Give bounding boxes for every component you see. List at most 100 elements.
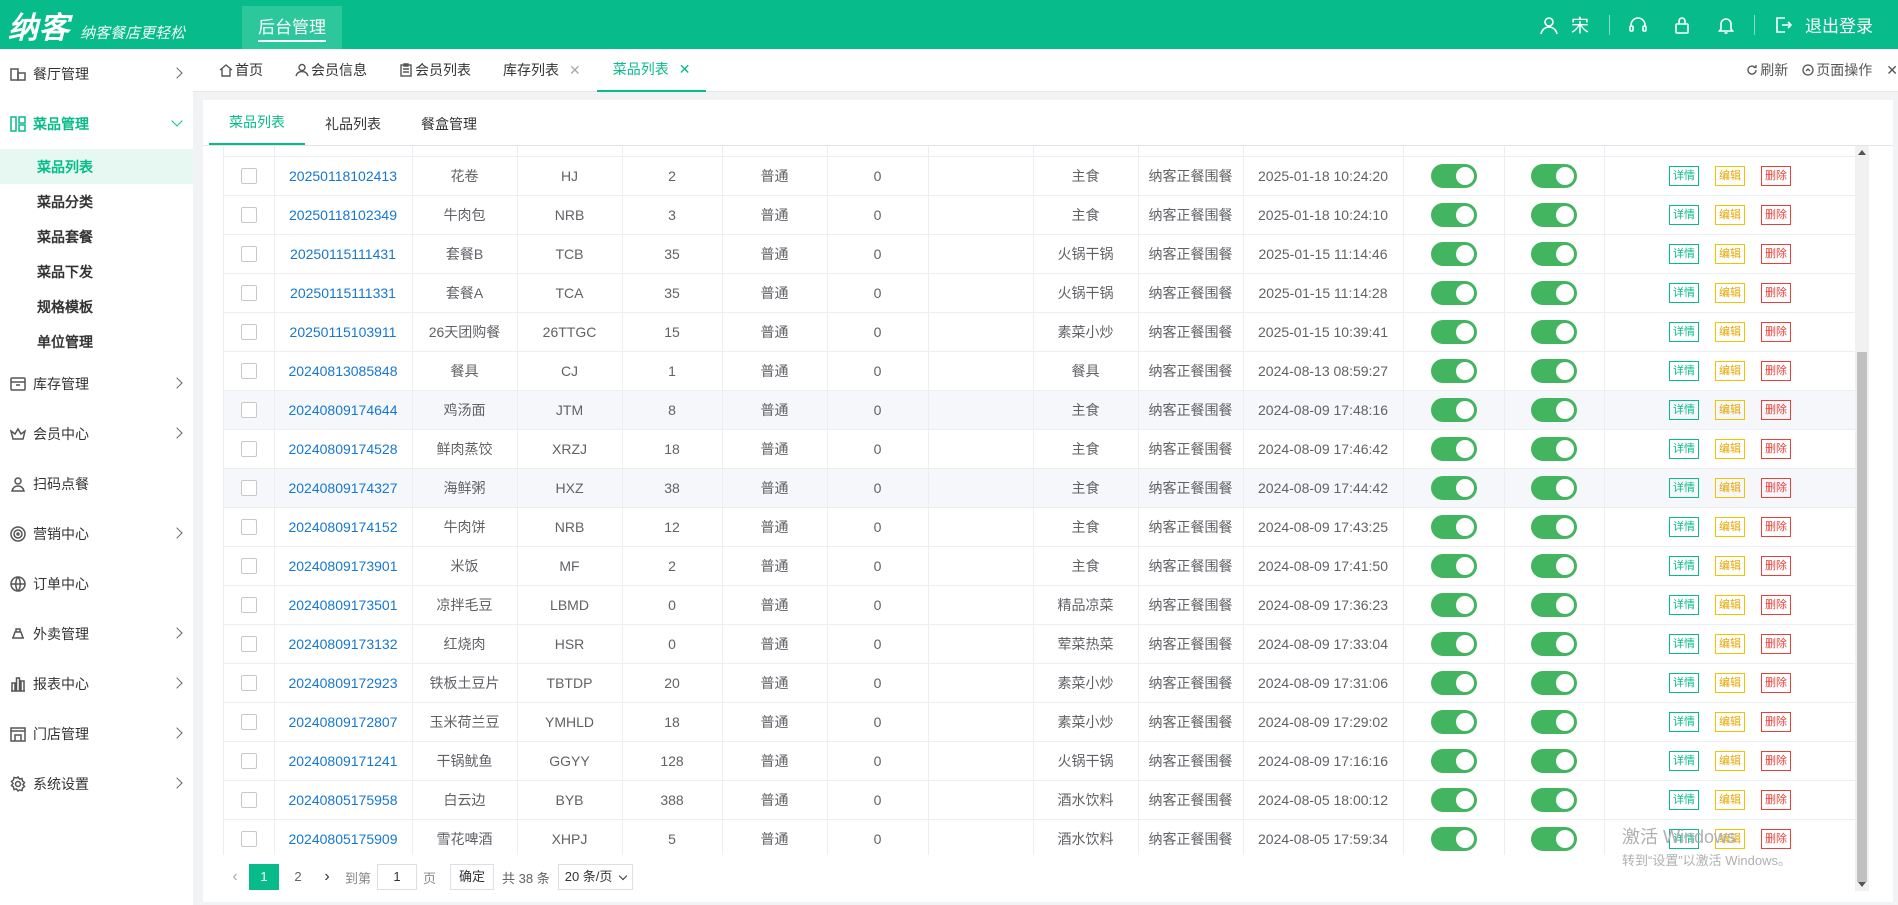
table-row[interactable]: 20250118102349 牛肉包 NRB 3 普通 0 主食 纳客正餐围餐 2025-01-… [224, 195, 1855, 235]
status-toggle[interactable] [1430, 358, 1477, 383]
edit-button[interactable]: 编辑 [1715, 672, 1745, 693]
page-ops-button[interactable]: 页面操作 [1802, 60, 1872, 80]
module-tab-backend[interactable]: 后台管理 [242, 6, 342, 49]
table-row[interactable]: 20240809174152 牛肉饼 NRB 12 普通 0 主食 纳客正餐围餐 2024-08… [224, 507, 1855, 547]
status-toggle[interactable] [1430, 319, 1477, 344]
subtab-dish-list[interactable]: 菜品列表 [209, 112, 305, 145]
table-row[interactable]: 20240809173501 凉拌毛豆 LBMD 0 普通 0 精品凉菜 纳客正餐围餐 2024… [224, 585, 1855, 625]
delete-button[interactable]: 删除 [1761, 672, 1791, 693]
cell-code[interactable]: 20240809174644 [288, 402, 397, 418]
edit-button[interactable]: 编辑 [1715, 789, 1745, 810]
detail-button[interactable]: 详情 [1669, 282, 1699, 303]
cell-code[interactable]: 20250115111331 [290, 285, 396, 301]
detail-button[interactable]: 详情 [1669, 399, 1699, 420]
sale-toggle[interactable] [1531, 553, 1577, 578]
headset-icon[interactable] [1627, 14, 1649, 36]
table-row[interactable]: 20240809171241 干锅鱿鱼 GGYY 128 普通 0 火锅干锅 纳客正餐围餐 20… [224, 741, 1855, 781]
edit-button[interactable]: 编辑 [1715, 633, 1745, 654]
row-checkbox[interactable] [240, 207, 257, 224]
delete-button[interactable]: 删除 [1761, 594, 1791, 615]
close-icon[interactable]: ✕ [679, 61, 691, 78]
delete-button[interactable]: 删除 [1761, 477, 1791, 498]
edit-button[interactable]: 编辑 [1715, 516, 1745, 537]
cell-code[interactable]: 20240809171241 [288, 753, 397, 769]
row-checkbox[interactable] [240, 324, 257, 341]
delete-button[interactable]: 删除 [1761, 282, 1791, 303]
lock-icon[interactable] [1671, 14, 1693, 36]
subtab-box-management[interactable]: 餐盒管理 [401, 114, 497, 145]
status-toggle[interactable] [1430, 748, 1477, 773]
edit-button[interactable]: 编辑 [1715, 165, 1745, 186]
edit-button[interactable]: 编辑 [1715, 750, 1745, 771]
vertical-scrollbar[interactable] [1855, 146, 1869, 891]
status-toggle[interactable] [1430, 592, 1477, 617]
delete-button[interactable]: 删除 [1761, 633, 1791, 654]
status-toggle[interactable] [1430, 163, 1477, 188]
sale-toggle[interactable] [1531, 592, 1577, 617]
subtab-gift-list[interactable]: 礼品列表 [305, 114, 401, 145]
status-toggle[interactable] [1430, 553, 1477, 578]
delete-button[interactable]: 删除 [1761, 750, 1791, 771]
edit-button[interactable]: 编辑 [1715, 555, 1745, 576]
sale-toggle[interactable] [1531, 163, 1577, 188]
table-row[interactable]: 20250115111331 套餐A TCA 35 普通 0 火锅干锅 纳客正餐围餐 2025-… [224, 273, 1855, 313]
sale-toggle[interactable] [1531, 319, 1577, 344]
edit-button[interactable]: 编辑 [1715, 321, 1745, 342]
table-row[interactable]: 20240805175958 白云边 BYB 388 普通 0 酒水饮料 纳客正餐围餐 2024… [224, 780, 1855, 820]
goto-page-input[interactable]: 1 [377, 864, 418, 890]
status-toggle[interactable] [1430, 514, 1477, 539]
refresh-button[interactable]: 刷新 [1746, 60, 1788, 80]
table-row[interactable]: 20250118102413 花卷 HJ 2 普通 0 主食 纳客正餐围餐 2025-01-18… [224, 156, 1855, 196]
sidebar-sub-spec-template[interactable]: 规格模板 [0, 289, 193, 324]
row-checkbox[interactable] [240, 402, 257, 419]
row-checkbox[interactable] [240, 480, 257, 497]
tab-member-list[interactable]: 会员列表 [383, 49, 487, 92]
table-row[interactable]: 20240809174327 海鲜粥 HXZ 38 普通 0 主食 纳客正餐围餐 2024-08… [224, 468, 1855, 508]
sidebar-item-members[interactable]: 会员中心 [0, 409, 193, 459]
edit-button[interactable]: 编辑 [1715, 243, 1745, 264]
table-row[interactable]: 20240809172923 铁板土豆片 TBTDP 20 普通 0 素菜小炒 纳客正餐围餐 2… [224, 663, 1855, 703]
row-checkbox[interactable] [240, 441, 257, 458]
sidebar-sub-unit[interactable]: 单位管理 [0, 324, 193, 359]
status-toggle[interactable] [1430, 670, 1477, 695]
status-toggle[interactable] [1430, 241, 1477, 266]
detail-button[interactable]: 详情 [1669, 516, 1699, 537]
row-checkbox[interactable] [240, 636, 257, 653]
cell-code[interactable]: 20240805175958 [288, 792, 397, 808]
page-1-button[interactable]: 1 [249, 864, 279, 890]
sidebar-item-orders[interactable]: 订单中心 [0, 559, 193, 609]
delete-button[interactable]: 删除 [1761, 321, 1791, 342]
status-toggle[interactable] [1430, 631, 1477, 656]
status-toggle[interactable] [1430, 787, 1477, 812]
edit-button[interactable]: 编辑 [1715, 399, 1745, 420]
bell-icon[interactable] [1715, 14, 1737, 36]
cell-code[interactable]: 20240809174327 [288, 480, 397, 496]
detail-button[interactable]: 详情 [1669, 438, 1699, 459]
row-checkbox[interactable] [240, 519, 257, 536]
status-toggle[interactable] [1430, 826, 1477, 851]
edit-button[interactable]: 编辑 [1715, 711, 1745, 732]
detail-button[interactable]: 详情 [1669, 633, 1699, 654]
status-toggle[interactable] [1430, 202, 1477, 227]
row-checkbox[interactable] [240, 285, 257, 302]
cell-code[interactable]: 20250118102413 [289, 168, 397, 184]
table-row[interactable]: 20240809174644 鸡汤面 JTM 8 普通 0 主食 纳客正餐围餐 2024-08-… [224, 390, 1855, 430]
detail-button[interactable]: 详情 [1669, 243, 1699, 264]
table-row[interactable]: 20240809172807 玉米荷兰豆 YMHLD 18 普通 0 素菜小炒 纳客正餐围餐 2… [224, 702, 1855, 742]
row-checkbox[interactable] [240, 792, 257, 809]
delete-button[interactable]: 删除 [1761, 438, 1791, 459]
table-row[interactable]: 20250115111431 套餐B TCB 35 普通 0 火锅干锅 纳客正餐围餐 2025-… [224, 234, 1855, 274]
delete-button[interactable]: 删除 [1761, 204, 1791, 225]
sidebar-sub-dish-list[interactable]: 菜品列表 [0, 149, 193, 184]
status-toggle[interactable] [1430, 397, 1477, 422]
row-checkbox[interactable] [240, 753, 257, 770]
sidebar-item-delivery[interactable]: 外卖管理 [0, 609, 193, 659]
detail-button[interactable]: 详情 [1669, 360, 1699, 381]
delete-button[interactable]: 删除 [1761, 360, 1791, 381]
sidebar-item-stores[interactable]: 门店管理 [0, 709, 193, 759]
sale-toggle[interactable] [1531, 631, 1577, 656]
delete-button[interactable]: 删除 [1761, 711, 1791, 732]
cell-code[interactable]: 20240805175909 [288, 831, 397, 847]
delete-button[interactable]: 删除 [1761, 555, 1791, 576]
status-toggle[interactable] [1430, 280, 1477, 305]
